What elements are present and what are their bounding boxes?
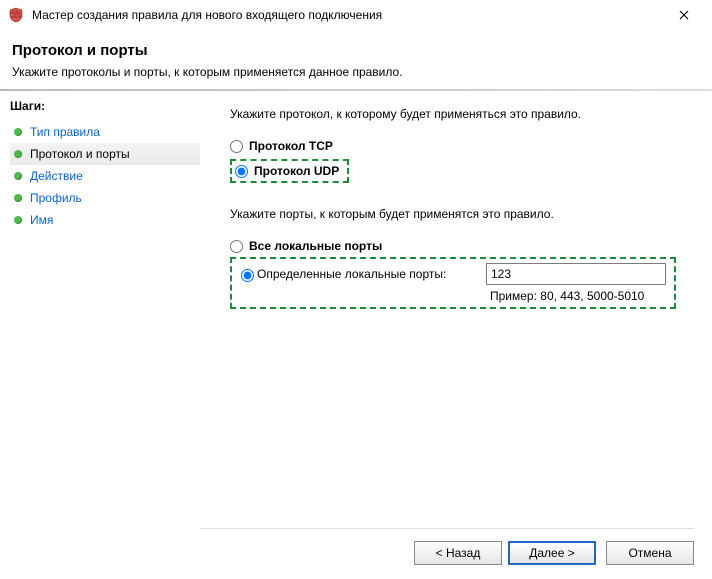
step-label: Тип правила <box>30 125 100 139</box>
steps-sidebar: Шаги: Тип правила Протокол и порты Дейст… <box>0 91 200 559</box>
step-label: Протокол и порты <box>30 147 130 161</box>
ports-input[interactable] <box>486 263 666 285</box>
ports-example-text: Пример: 80, 443, 5000-5010 <box>236 289 666 303</box>
step-label: Действие <box>30 169 83 183</box>
ports-specific-highlight: Определенные локальные порты: Пример: 80… <box>230 257 676 309</box>
close-button[interactable] <box>664 3 704 27</box>
protocol-udp-row[interactable]: Протокол UDP <box>235 164 339 178</box>
titlebar: Мастер создания правила для нового входя… <box>0 0 712 30</box>
step-bullet-icon <box>14 194 22 202</box>
steps-label: Шаги: <box>10 99 200 113</box>
protocol-udp-radio[interactable] <box>235 165 248 178</box>
wizard-footer: < Назад Далее > Отмена <box>200 528 694 565</box>
step-name[interactable]: Имя <box>10 209 200 231</box>
protocol-udp-label[interactable]: Протокол UDP <box>254 164 339 178</box>
window-title: Мастер создания правила для нового входя… <box>32 8 664 22</box>
step-bullet-icon <box>14 128 22 136</box>
protocol-intro-text: Укажите протокол, к которому будет приме… <box>230 107 688 121</box>
wizard-window: Мастер создания правила для нового входя… <box>0 0 712 579</box>
page-subtitle: Укажите протоколы и порты, к которым при… <box>12 65 696 79</box>
protocol-tcp-radio[interactable] <box>230 140 243 153</box>
page-title: Протокол и порты <box>12 42 696 59</box>
next-button[interactable]: Далее > <box>508 541 596 565</box>
step-rule-type[interactable]: Тип правила <box>10 121 200 143</box>
back-button[interactable]: < Назад <box>414 541 502 565</box>
ports-specific-label[interactable]: Определенные локальные порты: <box>257 267 446 281</box>
step-profile[interactable]: Профиль <box>10 187 200 209</box>
ports-specific-radio[interactable] <box>241 269 254 282</box>
protocol-tcp-label[interactable]: Протокол TCP <box>249 139 333 153</box>
nav-button-group: < Назад Далее > <box>414 541 596 565</box>
ports-specific-row: Определенные локальные порты: <box>236 263 666 285</box>
step-label: Имя <box>30 213 53 227</box>
ports-all-label[interactable]: Все локальные порты <box>249 239 382 253</box>
step-action[interactable]: Действие <box>10 165 200 187</box>
cancel-button[interactable]: Отмена <box>606 541 694 565</box>
step-bullet-icon <box>14 150 22 158</box>
close-icon <box>679 10 689 20</box>
step-label: Профиль <box>30 191 82 205</box>
ports-all-row[interactable]: Все локальные порты <box>230 239 688 253</box>
firewall-icon <box>8 7 24 23</box>
step-protocol-ports[interactable]: Протокол и порты <box>10 143 200 165</box>
wizard-header: Протокол и порты Укажите протоколы и пор… <box>0 30 712 89</box>
content-pane: Укажите протокол, к которому будет приме… <box>200 91 712 559</box>
step-bullet-icon <box>14 172 22 180</box>
ports-all-radio[interactable] <box>230 240 243 253</box>
steps-list: Тип правила Протокол и порты Действие Пр… <box>10 121 200 231</box>
protocol-tcp-row[interactable]: Протокол TCP <box>230 139 688 153</box>
ports-intro-text: Укажите порты, к которым будет применятс… <box>230 207 688 221</box>
wizard-body: Шаги: Тип правила Протокол и порты Дейст… <box>0 91 712 559</box>
step-bullet-icon <box>14 216 22 224</box>
protocol-udp-highlight: Протокол UDP <box>230 159 349 183</box>
